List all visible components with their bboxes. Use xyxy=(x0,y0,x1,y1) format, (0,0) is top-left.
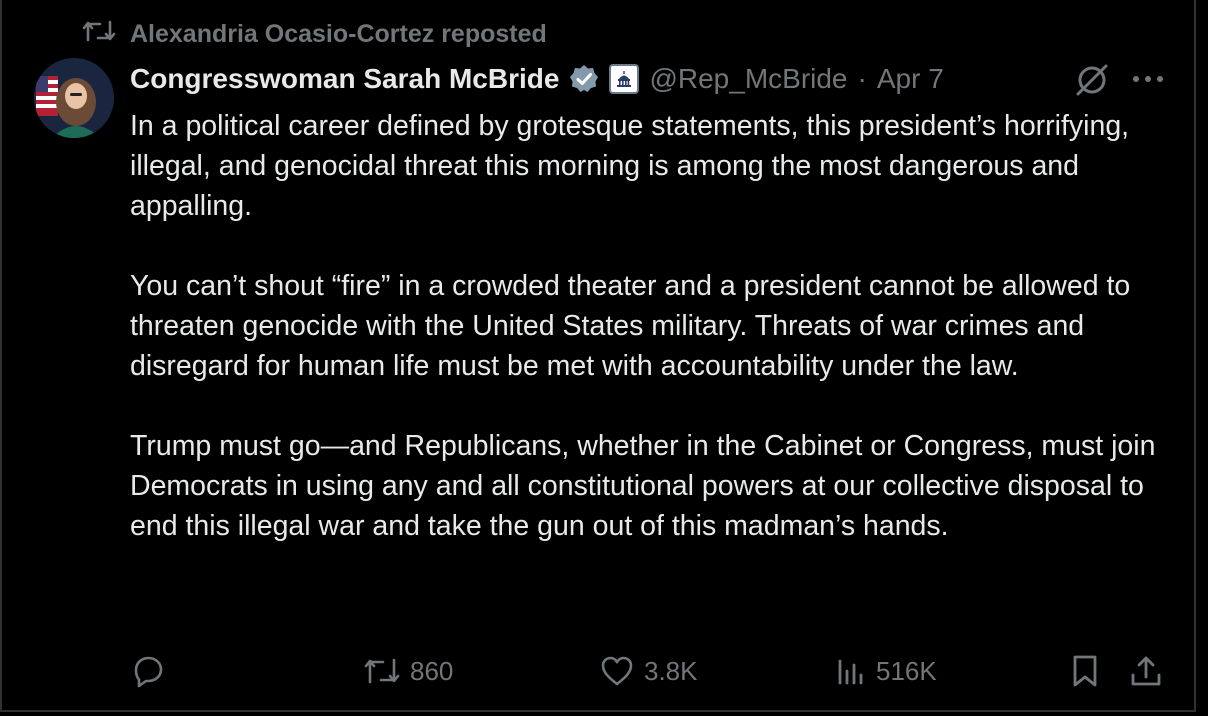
repost-label: Alexandria Ocasio-Cortez reposted xyxy=(130,19,547,48)
tweet-text: In a political career defined by grotesq… xyxy=(130,106,1175,586)
views-chart-icon xyxy=(836,655,866,687)
like-button[interactable]: 3.8K xyxy=(600,648,698,694)
tweet-header: Congresswoman Sarah McBride @Rep_McBride… xyxy=(130,58,944,100)
bookmark-icon xyxy=(1068,653,1102,689)
views-button[interactable]: 516K xyxy=(836,648,937,694)
grok-icon[interactable] xyxy=(1070,60,1114,100)
retweet-button[interactable]: 860 xyxy=(364,648,453,694)
author-avatar[interactable] xyxy=(34,58,114,138)
author-handle[interactable]: @Rep_McBride xyxy=(649,63,847,95)
retweet-count: 860 xyxy=(410,655,454,686)
tweet-paragraph: You can’t shout “fire” in a crowded thea… xyxy=(130,270,1131,382)
share-button[interactable] xyxy=(1128,648,1164,694)
bookmark-button[interactable] xyxy=(1068,648,1102,694)
reply-button[interactable] xyxy=(130,648,176,694)
repost-context[interactable]: Alexandria Ocasio-Cortez reposted xyxy=(82,18,547,50)
heart-icon xyxy=(600,655,634,687)
more-options-icon[interactable] xyxy=(1128,64,1168,94)
tweet-paragraph: In a political career defined by grotesq… xyxy=(130,110,1130,222)
reply-icon xyxy=(130,653,166,689)
like-count: 3.8K xyxy=(644,655,698,686)
views-count: 516K xyxy=(876,655,937,686)
header-separator: · xyxy=(857,63,867,94)
repost-icon xyxy=(82,18,116,51)
tweet-paragraph: Trump must go—and Republicans, whether i… xyxy=(130,430,1156,542)
author-name[interactable]: Congresswoman Sarah McBride xyxy=(130,63,559,95)
flag-graphic xyxy=(36,76,58,116)
share-icon xyxy=(1128,653,1164,689)
tweet-actions-bar: 860 3.8K 516K xyxy=(0,648,1208,694)
capitol-affiliation-icon[interactable] xyxy=(609,64,640,94)
retweet-icon xyxy=(364,656,400,686)
tweet-date[interactable]: Apr 7 xyxy=(877,63,944,95)
verified-badge-icon[interactable] xyxy=(569,64,599,94)
